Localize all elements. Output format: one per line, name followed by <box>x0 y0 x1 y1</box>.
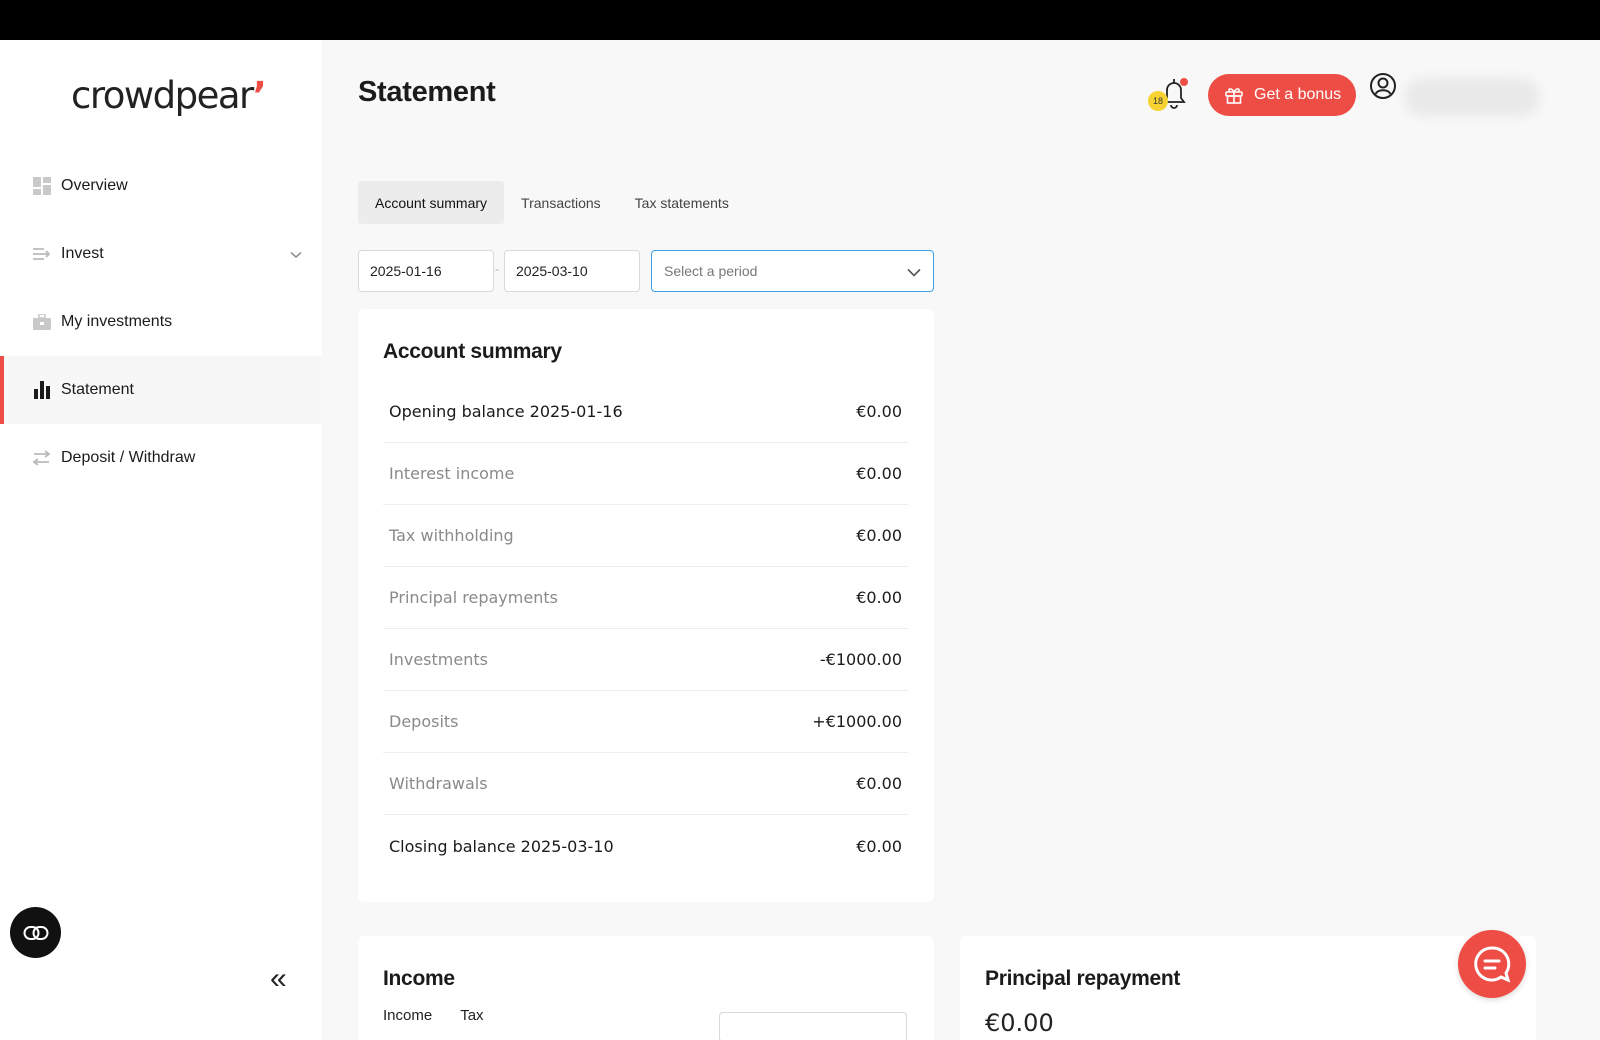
dashboard-icon <box>32 177 51 196</box>
chevron-down-icon <box>907 264 921 280</box>
income-tabs: Income Tax <box>383 1007 484 1024</box>
transfer-icon <box>32 449 51 468</box>
table-row: Deposits +€1000.00 <box>383 691 908 753</box>
sidebar-item-label: Statement <box>61 381 134 398</box>
statement-tabs: Account summary Transactions Tax stateme… <box>358 181 746 224</box>
table-row: Closing balance 2025-03-10 €0.00 <box>383 815 908 877</box>
user-info-redacted <box>1404 78 1540 116</box>
row-value: €0.00 <box>856 774 902 793</box>
row-label: Investments <box>389 650 488 669</box>
date-to-input[interactable] <box>504 250 640 292</box>
invest-arrows-icon <box>32 245 51 264</box>
sidebar-item-deposit-withdraw[interactable]: Deposit / Withdraw <box>0 424 322 492</box>
account-summary-table: Opening balance 2025-01-16 €0.00 Interes… <box>383 381 908 877</box>
user-account-button[interactable] <box>1369 72 1397 100</box>
briefcase-icon <box>32 313 51 332</box>
row-value: €0.00 <box>856 464 902 483</box>
notification-dot <box>1180 78 1188 86</box>
logo-text: crowdpear <box>71 74 254 117</box>
chevron-down-icon[interactable] <box>290 246 302 264</box>
sidebar-item-statement[interactable]: Statement <box>0 356 322 424</box>
notifications-button[interactable]: 18 <box>1148 75 1188 115</box>
row-label: Interest income <box>389 464 515 483</box>
chat-bubble-icon <box>1474 946 1511 983</box>
row-label: Principal repayments <box>389 588 558 607</box>
sidebar-item-label: Invest <box>61 245 104 262</box>
row-value: +€1000.00 <box>812 712 902 731</box>
row-label: Withdrawals <box>389 774 488 793</box>
bar-chart-icon <box>32 381 51 400</box>
chat-button[interactable] <box>1458 930 1526 998</box>
income-title: Income <box>383 967 455 990</box>
row-value: €0.00 <box>856 402 902 421</box>
sidebar-item-overview[interactable]: Overview <box>0 152 322 220</box>
table-row: Investments -€1000.00 <box>383 629 908 691</box>
sidebar: crowdpear’ Overview Invest My investment… <box>0 40 322 1040</box>
income-card: Income Income Tax <box>358 936 934 1040</box>
tab-tax[interactable]: Tax <box>460 1007 483 1024</box>
principal-repayment-title: Principal repayment <box>985 967 1181 990</box>
logo-mark-icon: ’ <box>252 74 267 117</box>
table-row: Withdrawals €0.00 <box>383 753 908 815</box>
get-bonus-button[interactable]: Get a bonus <box>1208 74 1356 116</box>
table-row: Interest income €0.00 <box>383 443 908 505</box>
table-row: Tax withholding €0.00 <box>383 505 908 567</box>
date-separator: - <box>495 262 499 276</box>
income-period-select[interactable] <box>719 1012 907 1040</box>
row-label: Opening balance 2025-01-16 <box>389 402 623 421</box>
gift-icon <box>1225 88 1243 104</box>
period-select[interactable]: Select a period <box>651 250 934 292</box>
accessibility-button[interactable] <box>10 907 61 958</box>
row-label: Closing balance 2025-03-10 <box>389 836 614 856</box>
account-summary-card: Account summary Opening balance 2025-01-… <box>358 309 934 902</box>
row-value: -€1000.00 <box>819 650 902 669</box>
top-black-bar <box>0 0 1600 40</box>
collapse-sidebar-button[interactable]: « <box>270 964 287 994</box>
tab-income[interactable]: Income <box>383 1007 432 1024</box>
row-value: €0.00 <box>856 526 902 545</box>
get-bonus-label: Get a bonus <box>1254 86 1342 103</box>
logo[interactable]: crowdpear’ <box>71 74 267 117</box>
row-label: Deposits <box>389 712 459 731</box>
tab-tax-statements[interactable]: Tax statements <box>618 181 746 224</box>
row-value: €0.00 <box>856 836 902 856</box>
sidebar-item-invest[interactable]: Invest <box>0 220 322 288</box>
notification-count-badge: 18 <box>1148 91 1168 111</box>
sidebar-item-label: My investments <box>61 313 173 330</box>
sidebar-item-label: Deposit / Withdraw <box>61 449 196 466</box>
account-summary-title: Account summary <box>383 340 562 363</box>
page-title: Statement <box>358 76 496 108</box>
date-from-input[interactable] <box>358 250 494 292</box>
tab-transactions[interactable]: Transactions <box>504 181 618 224</box>
row-label: Tax withholding <box>389 526 514 545</box>
table-row: Opening balance 2025-01-16 €0.00 <box>383 381 908 443</box>
sidebar-item-my-investments[interactable]: My investments <box>0 288 322 356</box>
accessibility-toggle-icon <box>23 925 48 940</box>
table-row: Principal repayments €0.00 <box>383 567 908 629</box>
row-value: €0.00 <box>856 588 902 607</box>
principal-repayment-value: €0.00 <box>985 1009 1054 1037</box>
sidebar-nav: Overview Invest My investments Statement <box>0 152 322 492</box>
tab-account-summary[interactable]: Account summary <box>358 181 505 224</box>
principal-repayment-card: Principal repayment €0.00 <box>960 936 1536 1040</box>
user-avatar-icon <box>1370 73 1396 99</box>
sidebar-item-label: Overview <box>61 177 128 194</box>
period-select-placeholder: Select a period <box>664 263 758 279</box>
